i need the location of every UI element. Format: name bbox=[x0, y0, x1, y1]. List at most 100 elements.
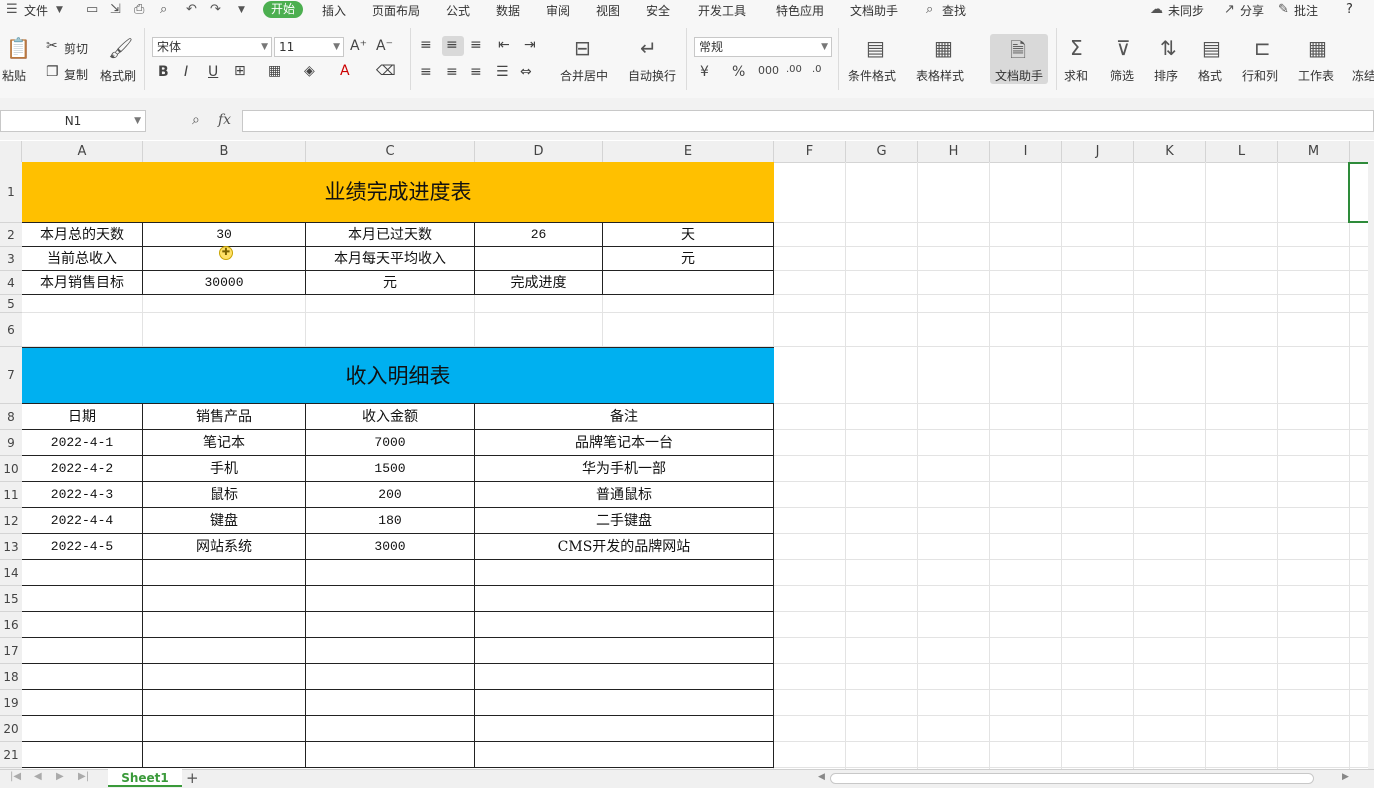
table-cell-note[interactable]: 华为手机一部 bbox=[475, 456, 774, 482]
cell-a4[interactable]: 本月销售目标 bbox=[22, 271, 143, 295]
tab-formula[interactable]: 公式 bbox=[446, 2, 470, 19]
filter-icon[interactable]: ⊽ bbox=[1116, 36, 1131, 60]
paste-button[interactable]: 粘贴 bbox=[2, 67, 26, 84]
table-cell-empty[interactable] bbox=[306, 716, 475, 742]
tab-page-layout[interactable]: 页面布局 bbox=[372, 2, 420, 19]
cell-c2[interactable]: 本月已过天数 bbox=[306, 223, 475, 247]
cell-a2[interactable]: 本月总的天数 bbox=[22, 223, 143, 247]
header-date[interactable]: 日期 bbox=[22, 404, 143, 430]
col-header-h[interactable]: H bbox=[918, 141, 990, 162]
prev-sheet-icon[interactable]: ◀ bbox=[34, 771, 42, 782]
table-cell-empty[interactable] bbox=[306, 638, 475, 664]
header-product[interactable]: 销售产品 bbox=[143, 404, 306, 430]
underline-button[interactable]: U bbox=[208, 64, 218, 80]
wrap-text-button[interactable]: 自动换行 bbox=[628, 67, 676, 84]
table-cell-empty[interactable] bbox=[306, 586, 475, 612]
redo-icon[interactable]: ↷ bbox=[210, 2, 221, 17]
table-cell-date[interactable]: 2022-4-5 bbox=[22, 534, 143, 560]
font-size-select[interactable]: 11 ▼ bbox=[274, 37, 344, 57]
share-button[interactable]: 分享 bbox=[1240, 2, 1264, 19]
table-cell-empty[interactable] bbox=[143, 664, 306, 690]
table-cell-note[interactable]: CMS开发的品牌网站 bbox=[475, 534, 774, 560]
table-cell-empty[interactable] bbox=[475, 560, 774, 586]
table-cell-empty[interactable] bbox=[143, 586, 306, 612]
fx-icon[interactable]: fx bbox=[218, 112, 231, 128]
decrease-decimal-icon[interactable]: .0 bbox=[812, 64, 822, 75]
row-header[interactable]: 12 bbox=[0, 508, 22, 534]
border-icon[interactable]: ⊞ bbox=[234, 63, 246, 79]
next-sheet-icon[interactable]: ▶ bbox=[56, 771, 64, 782]
first-sheet-icon[interactable]: |◀ bbox=[10, 771, 21, 782]
row-header[interactable]: 20 bbox=[0, 716, 22, 742]
row-header[interactable]: 19 bbox=[0, 690, 22, 716]
table-cell-empty[interactable] bbox=[22, 716, 143, 742]
table-cell-amount[interactable]: 200 bbox=[306, 482, 475, 508]
col-header-c[interactable]: C bbox=[306, 141, 475, 162]
scissors-icon[interactable]: ✂ bbox=[46, 38, 58, 54]
sync-status[interactable]: 未同步 bbox=[1168, 2, 1204, 19]
tab-security[interactable]: 安全 bbox=[646, 2, 670, 19]
sum-icon[interactable]: Σ bbox=[1070, 36, 1083, 60]
increase-decimal-icon[interactable]: .00 bbox=[786, 64, 802, 75]
cell-e4[interactable] bbox=[603, 271, 774, 295]
help-button[interactable]: ? bbox=[1346, 2, 1353, 17]
active-cell-n1[interactable] bbox=[1348, 162, 1370, 223]
horizontal-scrollbar[interactable] bbox=[830, 773, 1314, 784]
row-header[interactable]: 6 bbox=[0, 313, 22, 347]
format-button[interactable]: 格式 bbox=[1198, 67, 1222, 84]
col-header-k[interactable]: K bbox=[1134, 141, 1206, 162]
table-cell-empty[interactable] bbox=[306, 742, 475, 768]
tab-review[interactable]: 审阅 bbox=[546, 2, 570, 19]
tab-home[interactable]: 开始 bbox=[263, 1, 304, 18]
tab-special[interactable]: 特色应用 bbox=[776, 2, 824, 19]
sort-button[interactable]: 排序 bbox=[1154, 67, 1178, 84]
table-cell-empty[interactable] bbox=[22, 586, 143, 612]
name-box[interactable]: N1 ▼ bbox=[0, 110, 146, 132]
table-cell-empty[interactable] bbox=[143, 690, 306, 716]
customize-icon[interactable]: ▼ bbox=[238, 5, 245, 15]
table-cell-empty[interactable] bbox=[306, 612, 475, 638]
distribute-icon[interactable]: ⇔ bbox=[520, 64, 532, 80]
table-cell-empty[interactable] bbox=[475, 612, 774, 638]
title-income-details[interactable]: 收入明细表 bbox=[22, 347, 774, 404]
row-header[interactable]: 5 bbox=[0, 295, 22, 313]
italic-button[interactable]: I bbox=[184, 64, 188, 80]
row-header[interactable]: 13 bbox=[0, 534, 22, 560]
row-header[interactable]: 21 bbox=[0, 742, 22, 768]
chevron-down-icon[interactable]: ▼ bbox=[56, 5, 63, 15]
align-left-icon[interactable]: ≡ bbox=[420, 64, 432, 80]
worksheet-button[interactable]: 工作表 bbox=[1298, 67, 1334, 84]
align-bottom-icon[interactable]: ≡ bbox=[470, 37, 482, 53]
search-icon[interactable]: ⌕ bbox=[926, 2, 933, 17]
tab-view[interactable]: 视图 bbox=[596, 2, 620, 19]
font-shrink-icon[interactable]: A⁻ bbox=[376, 38, 393, 54]
comment-button[interactable]: 批注 bbox=[1294, 2, 1318, 19]
filter-button[interactable]: 筛选 bbox=[1110, 67, 1134, 84]
col-header-m[interactable]: M bbox=[1278, 141, 1350, 162]
font-grow-icon[interactable]: A⁺ bbox=[350, 38, 367, 54]
format-painter-icon[interactable]: 🖌 bbox=[108, 36, 133, 60]
format-icon[interactable]: ▤ bbox=[1202, 36, 1221, 60]
table-cell-amount[interactable]: 180 bbox=[306, 508, 475, 534]
col-header-a[interactable]: A bbox=[22, 141, 143, 162]
table-cell-product[interactable]: 网站系统 bbox=[143, 534, 306, 560]
table-cell-empty[interactable] bbox=[475, 716, 774, 742]
number-format-select[interactable]: 常规 ▼ bbox=[694, 37, 832, 57]
print-preview-icon[interactable]: ⌕ bbox=[160, 2, 167, 17]
row-header[interactable]: 10 bbox=[0, 456, 22, 482]
table-cell-empty[interactable] bbox=[143, 560, 306, 586]
col-header-l[interactable]: L bbox=[1206, 141, 1278, 162]
table-cell-empty[interactable] bbox=[22, 638, 143, 664]
clear-format-icon[interactable]: ⌫ bbox=[376, 63, 396, 79]
table-cell-empty[interactable] bbox=[306, 560, 475, 586]
export-icon[interactable]: ⇲ bbox=[110, 2, 121, 17]
formula-input[interactable] bbox=[242, 110, 1374, 132]
table-cell-empty[interactable] bbox=[143, 638, 306, 664]
cell-d4[interactable]: 完成进度 bbox=[475, 271, 603, 295]
row-header[interactable]: 18 bbox=[0, 664, 22, 690]
tab-doc-helper[interactable]: 文档助手 bbox=[850, 2, 898, 19]
cell-a3[interactable]: 当前总收入 bbox=[22, 247, 143, 271]
table-cell-empty[interactable] bbox=[306, 664, 475, 690]
table-cell-empty[interactable] bbox=[22, 690, 143, 716]
tab-data[interactable]: 数据 bbox=[496, 2, 520, 19]
